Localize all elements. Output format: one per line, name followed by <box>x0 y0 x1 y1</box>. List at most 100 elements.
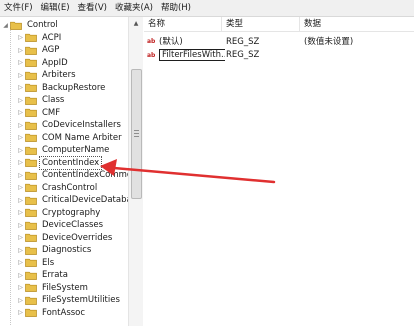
tree-item-diagnostics[interactable]: ▷ Diagnostics <box>17 244 93 256</box>
tree-item-deviceclasses[interactable]: ▷ DeviceClasses <box>17 219 105 231</box>
expand-arrow-icon[interactable]: ▷ <box>17 182 24 194</box>
value-type-cell: REG_SZ <box>226 50 260 60</box>
folder-icon <box>25 133 37 142</box>
folder-icon <box>25 308 37 317</box>
tree-item-control[interactable]: ◢ Control <box>2 19 60 31</box>
expand-arrow-icon[interactable]: ▷ <box>17 232 24 244</box>
value-name-cell: ab FilterFilesWith... <box>147 49 225 62</box>
value-data-cell <box>304 49 410 62</box>
expand-arrow-icon[interactable]: ▷ <box>17 294 24 306</box>
column-name[interactable]: 名称 <box>144 17 222 32</box>
folder-icon <box>25 58 37 67</box>
tree-item-label: COM Name Arbiter <box>42 132 122 143</box>
menu-view[interactable]: 查看(V) <box>74 0 111 17</box>
column-type[interactable]: 类型 <box>222 17 300 32</box>
tree-item-label: ACPI <box>42 32 62 43</box>
expand-arrow-icon[interactable]: ▷ <box>17 169 24 181</box>
scroll-thumb[interactable] <box>131 69 142 199</box>
folder-icon <box>25 108 37 117</box>
expand-arrow-icon[interactable]: ▷ <box>17 119 24 131</box>
tree-item-filesystem[interactable]: ▷ FileSystem <box>17 282 90 294</box>
tree-item-cryptography[interactable]: ▷ Cryptography <box>17 207 102 219</box>
tree-item-appid[interactable]: ▷ AppID <box>17 57 70 69</box>
string-value-icon: ab <box>147 38 156 45</box>
tree-item-arbiters[interactable]: ▷ Arbiters <box>17 69 78 81</box>
list-header: 名称 类型 数据 <box>144 17 414 32</box>
tree-item-agp[interactable]: ▷ AGP <box>17 44 61 56</box>
expand-arrow-icon[interactable]: ▷ <box>17 57 24 69</box>
tree-item-com-name-arbiter[interactable]: ▷ COM Name Arbiter <box>17 132 124 144</box>
expand-arrow-icon[interactable]: ▷ <box>17 244 24 256</box>
tree-item-errata[interactable]: ▷ Errata <box>17 269 70 281</box>
expand-arrow-icon[interactable]: ▷ <box>17 194 24 206</box>
menu-edit[interactable]: 编辑(E) <box>37 0 74 17</box>
expand-arrow-icon[interactable]: ▷ <box>17 219 24 231</box>
scroll-up-arrow-icon[interactable]: ▲ <box>129 17 143 29</box>
tree-item-label: CrashControl <box>42 182 98 193</box>
value-list: 名称 类型 数据 ab (默认) REG_SZ (数值未设置) ab FilterF… <box>144 17 414 326</box>
expand-arrow-icon[interactable]: ▷ <box>17 44 24 56</box>
tree-item-label: Diagnostics <box>42 245 92 255</box>
tree-item-cmf[interactable]: ▷ CMF <box>17 107 62 119</box>
expand-arrow-icon[interactable]: ▷ <box>17 207 24 219</box>
tree-item-deviceoverrides[interactable]: ▷ DeviceOverrides <box>17 232 114 244</box>
tree-item-contentindexcommon[interactable]: ▷ ContentIndexCommon <box>17 169 140 181</box>
tree-item-els[interactable]: ▷ Els <box>17 257 56 269</box>
tree-item-label: FileSystem <box>42 282 88 293</box>
tree-item-label: DeviceClasses <box>42 220 104 230</box>
folder-icon <box>25 221 37 230</box>
list-row[interactable]: ab FilterFilesWith... REG_SZ <box>144 49 414 62</box>
tree-item-contentindex[interactable]: ▷ ContentIndex <box>17 155 103 170</box>
tree-item-label: CMF <box>42 107 61 118</box>
folder-icon <box>25 33 37 42</box>
menu-help[interactable]: 帮助(H) <box>157 0 195 17</box>
tree-item-backuprestore[interactable]: ▷ BackupRestore <box>17 82 107 94</box>
menu-file[interactable]: 文件(F) <box>0 0 37 17</box>
expand-arrow-icon[interactable]: ▷ <box>17 144 24 156</box>
folder-icon <box>25 283 37 292</box>
expand-arrow-icon[interactable]: ▷ <box>17 32 24 44</box>
folder-icon <box>25 271 37 280</box>
tree-item-label: ComputerName <box>42 145 110 155</box>
value-type-cell: REG_SZ <box>226 37 260 47</box>
tree-item-computername[interactable]: ▷ ComputerName <box>17 144 111 156</box>
tree-item-crashcontrol[interactable]: ▷ CrashControl <box>17 182 99 194</box>
expand-arrow-icon[interactable]: ▷ <box>17 69 24 81</box>
expand-arrow-icon[interactable]: ▷ <box>17 307 24 319</box>
tree-item-filesystemutilities[interactable]: ▷ FileSystemUtilities <box>17 294 122 306</box>
folder-icon <box>25 171 37 180</box>
tree-item-fontassoc[interactable]: ▷ FontAssoc <box>17 307 87 319</box>
expanded-arrow-icon[interactable]: ◢ <box>2 19 9 31</box>
tree-item-label: Cryptography <box>42 207 101 218</box>
folder-icon <box>25 46 37 55</box>
tree-item-label: AGP <box>42 45 60 55</box>
tree-item-label: ContentIndex <box>38 155 103 170</box>
expand-arrow-icon[interactable]: ▷ <box>17 157 24 169</box>
menu-favorites[interactable]: 收藏夹(A) <box>111 0 157 17</box>
column-data[interactable]: 数据 <box>300 17 414 32</box>
expand-arrow-icon[interactable]: ▷ <box>17 269 24 281</box>
tree-item-label: Class <box>42 95 65 105</box>
tree-item-label: BackupRestore <box>42 82 106 93</box>
folder-icon <box>25 158 37 167</box>
tree-item-criticaldevicedatabase[interactable]: ▷ CriticalDeviceDatabase <box>17 194 142 206</box>
expand-arrow-icon[interactable]: ▷ <box>17 107 24 119</box>
folder-icon <box>25 233 37 242</box>
tree-item-label: FileSystemUtilities <box>42 295 120 305</box>
expand-arrow-icon[interactable]: ▷ <box>17 282 24 294</box>
expand-arrow-icon[interactable]: ▷ <box>17 82 24 94</box>
folder-icon <box>25 146 37 155</box>
expand-arrow-icon[interactable]: ▷ <box>17 257 24 269</box>
menu-bar: 文件(F) 编辑(E) 查看(V) 收藏夹(A) 帮助(H) <box>0 0 414 17</box>
expand-arrow-icon[interactable]: ▷ <box>17 132 24 144</box>
string-value-icon: ab <box>147 51 156 59</box>
rename-edit-box[interactable]: FilterFilesWith... <box>159 49 225 61</box>
list-row[interactable]: ab (默认) REG_SZ (数值未设置) <box>144 36 414 49</box>
tree-item-label: Arbiters <box>42 70 76 80</box>
tree-item-class[interactable]: ▷ Class <box>17 94 66 106</box>
expand-arrow-icon[interactable]: ▷ <box>17 94 24 106</box>
tree-item-acpi[interactable]: ▷ ACPI <box>17 32 63 44</box>
tree-item-label: ContentIndexCommon <box>42 170 138 180</box>
tree-item-codeviceinstallers[interactable]: ▷ CoDeviceInstallers <box>17 119 123 131</box>
tree-scrollbar[interactable]: ▲ <box>128 17 143 326</box>
